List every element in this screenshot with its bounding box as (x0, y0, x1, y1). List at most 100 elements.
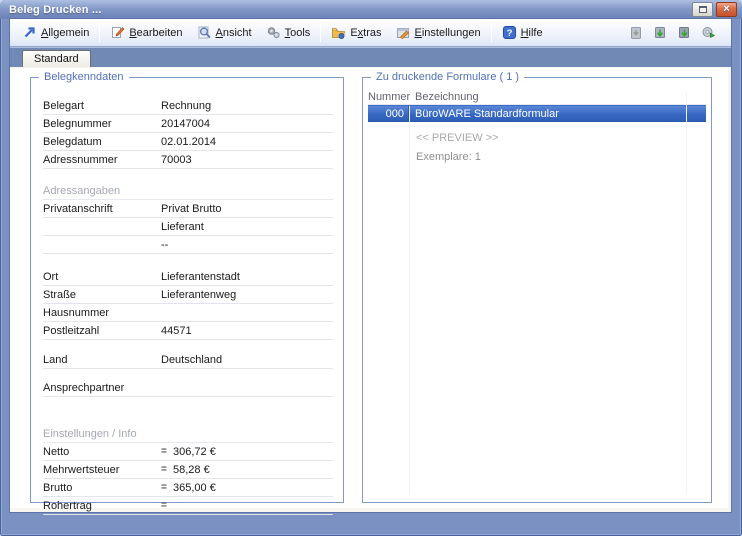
content-area: Belegkenndaten Belegart Rechnung Belegnu… (10, 68, 731, 515)
field-value: Privat Brutto (161, 202, 222, 215)
field-value: 20147004 (161, 117, 210, 130)
section-row-einstellungen-info: Einstellungen / Info (43, 425, 333, 443)
field-row-land: Land Deutschland (43, 351, 333, 369)
menu-item-einstellungen[interactable]: Einstellungen (389, 22, 488, 43)
column-header-nummer: Nummer (368, 91, 411, 103)
field-label: Belegnummer (43, 117, 112, 130)
field-row-privatanschrift: Privatanschrift Privat Brutto (43, 200, 333, 218)
menu-label: Ansicht (215, 26, 252, 39)
menu-item-allgemein[interactable]: Allgemein (15, 22, 96, 43)
groupbox-title: Belegkenndaten (39, 71, 129, 83)
tab-label: Standard (34, 53, 79, 65)
field-label: Belegart (43, 99, 84, 112)
field-value: 306,72 € (173, 445, 216, 458)
titlebar[interactable]: Beleg Drucken ... × (0, 0, 742, 19)
field-value: -- (161, 238, 169, 251)
field-value: 70003 (161, 153, 192, 166)
toolbar-separator (490, 23, 492, 42)
menu-item-hilfe[interactable]: ? Hilfe (495, 22, 550, 43)
field-value: Deutschland (161, 353, 223, 366)
field-value: Lieferantenweg (161, 288, 237, 301)
toolbar-separator (320, 23, 322, 42)
field-label: Privatanschrift (43, 202, 113, 215)
field-value: Lieferant (161, 220, 204, 233)
menu-label: Extras (350, 26, 382, 39)
field-label: Belegdatum (43, 135, 102, 148)
field-label: Ansprechpartner (43, 381, 125, 394)
close-icon: × (723, 3, 730, 15)
section-label: Adressangaben (43, 184, 121, 197)
field-row-rohertrag: Rohertrag = (43, 497, 333, 515)
section-row-adressangaben: Adressangaben (43, 182, 333, 200)
equals-icon: = (161, 482, 167, 493)
menu-item-bearbeiten[interactable]: Bearbeiten (103, 22, 189, 43)
preview-label: << PREVIEW >> (416, 132, 499, 144)
gears-icon (267, 27, 280, 39)
tab-standard[interactable]: Standard (22, 50, 91, 67)
field-value: Rechnung (161, 99, 212, 112)
toolbar-separator (99, 23, 101, 42)
field-label: Ort (43, 270, 59, 283)
magnifier-icon (198, 26, 211, 39)
field-value: 365,00 € (173, 481, 216, 494)
toolbar-right-icons (629, 26, 726, 40)
column-divider (409, 106, 410, 495)
close-button[interactable]: × (716, 2, 737, 17)
help-icon: ? (502, 26, 516, 39)
menu-label: Tools (284, 26, 311, 39)
toolbar: Allgemein Bearbeiten Ansicht Tools Extra… (10, 19, 731, 47)
field-label: Rohertrag (43, 499, 92, 512)
window-controls: × (692, 2, 737, 17)
document-green-down-arrow-icon[interactable] (653, 26, 667, 40)
equals-icon: = (161, 464, 167, 475)
menu-item-ansicht[interactable]: Ansicht (190, 22, 259, 43)
field-value: 58,28 € (173, 463, 210, 476)
svg-text:?: ? (506, 28, 512, 39)
column-divider (686, 92, 687, 495)
cell-nummer: 000 (368, 106, 409, 121)
arrow-up-right-icon (24, 27, 35, 38)
column-header-bezeichnung: Bezeichnung (415, 91, 479, 103)
settings-icon (396, 28, 409, 40)
document-gray-icon[interactable] (629, 26, 643, 40)
field-row-belegnummer: Belegnummer 20147004 (43, 115, 333, 133)
edit-pencil-icon (112, 27, 125, 38)
list-item-selected[interactable]: 000 BüroWARE Standardformular (368, 105, 706, 122)
field-row-belegdatum: Belegdatum 02.01.2014 (43, 133, 333, 151)
menu-item-tools[interactable]: Tools (259, 22, 318, 43)
field-row-hausnummer: Hausnummer (43, 304, 333, 322)
field-label: Hausnummer (43, 306, 110, 319)
restore-button[interactable] (692, 2, 713, 17)
field-label: Adressnummer (43, 153, 118, 166)
document-green-return-arrow-icon[interactable] (677, 26, 691, 40)
cell-bezeichnung: BüroWARE Standardformular (415, 107, 559, 120)
field-row-mehrwertsteuer: Mehrwertsteuer = 58,28 € (43, 461, 333, 479)
formular-list[interactable]: Nummer Bezeichnung 000 BüroWARE Standard… (368, 90, 706, 497)
field-value: Lieferantenstadt (161, 270, 240, 283)
equals-icon: = (161, 446, 167, 457)
folder-icon (332, 28, 346, 39)
dialog-window: Beleg Drucken ... × Allgemein Bearbeiten… (0, 0, 742, 536)
menu-label: Hilfe (520, 26, 543, 39)
field-row-anschrift-3: -- (43, 236, 333, 254)
field-rows: Belegart Rechnung Belegnummer 20147004 B… (31, 78, 343, 515)
equals-icon: = (161, 500, 167, 511)
field-value: 44571 (161, 324, 192, 337)
groupbox-belegkenndaten: Belegkenndaten Belegart Rechnung Belegnu… (30, 71, 344, 515)
field-row-adressnummer: Adressnummer 70003 (43, 151, 333, 169)
field-row-ort: Ort Lieferantenstadt (43, 268, 333, 286)
field-value: 02.01.2014 (161, 135, 217, 148)
groupbox-title: Zu druckende Formulare ( 1 ) (371, 71, 525, 83)
client-area: Allgemein Bearbeiten Ansicht Tools Extra… (10, 19, 731, 515)
menu-item-extras[interactable]: Extras (324, 22, 388, 43)
menu-label: Allgemein (41, 26, 90, 39)
menu-label: Bearbeiten (129, 26, 183, 39)
printer-green-arrow-icon[interactable] (701, 26, 716, 40)
menu-label: Einstellungen (414, 26, 481, 39)
field-label: Postleitzahl (43, 324, 100, 337)
field-label: Land (43, 353, 68, 366)
window-title: Beleg Drucken ... (9, 3, 102, 16)
groupbox-formulare: Zu druckende Formulare ( 1 ) Nummer Beze… (362, 71, 712, 503)
field-label: Straße (43, 288, 77, 301)
field-row-netto: Netto = 306,72 € (43, 443, 333, 461)
